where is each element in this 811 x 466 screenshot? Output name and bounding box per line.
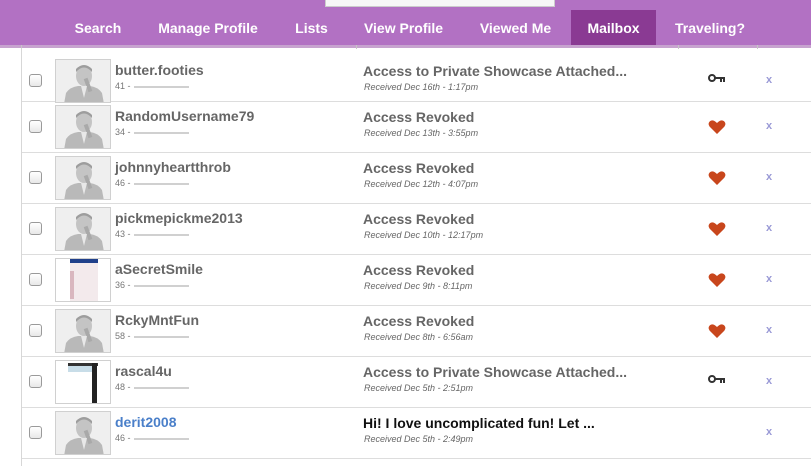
message-sender-age: 41 - [115, 81, 189, 91]
message-sender-username[interactable]: RandomUsername79 [115, 108, 254, 124]
nav-manage-profile[interactable]: Manage Profile [146, 10, 270, 45]
message-received-date: Received Dec 16th - 1:17pm [364, 82, 479, 92]
message-received-date: Received Dec 8th - 6:56am [364, 332, 474, 342]
redacted-location [133, 386, 189, 389]
profile-thumbnail[interactable] [55, 360, 111, 404]
message-select-checkbox[interactable] [29, 375, 42, 388]
nav-search-box-edge [325, 0, 555, 7]
message-row[interactable]: rascal4u 48 - Access to Private Showcase A… [22, 357, 811, 408]
message-row[interactable]: derit2008 46 - Hi! I love uncomplicated fu… [22, 408, 811, 459]
redacted-location [133, 182, 189, 185]
nav-search[interactable]: Search [57, 10, 139, 45]
message-sender-age: 48 - [115, 382, 189, 392]
message-subject[interactable]: Access Revoked [363, 211, 474, 227]
redacted-location [133, 233, 189, 236]
message-row[interactable]: RandomUsername79 34 - Access Revoked Receiv… [22, 102, 811, 153]
message-sender-username[interactable]: aSecretSmile [115, 261, 203, 277]
nav-mailbox[interactable]: Mailbox [571, 10, 656, 45]
profile-thumbnail[interactable] [55, 207, 111, 251]
redacted-location [133, 131, 189, 134]
message-sender-age: 46 - [115, 433, 189, 443]
message-received-date: Received Dec 12th - 4:07pm [364, 179, 479, 189]
nav-lists[interactable]: Lists [284, 10, 339, 45]
message-received-date: Received Dec 9th - 8:11pm [364, 281, 473, 291]
delete-message-button[interactable]: x [763, 120, 775, 132]
message-select-checkbox[interactable] [29, 324, 42, 337]
message-select-checkbox[interactable] [29, 171, 42, 184]
delete-message-button[interactable]: x [763, 74, 775, 86]
main-nav-bar: Search Manage Profile Lists View Profile… [0, 0, 811, 45]
sender-age-text: 43 - [115, 229, 131, 239]
message-sender-username[interactable]: RckyMntFun [115, 312, 199, 328]
nav-view-profile[interactable]: View Profile [351, 10, 456, 45]
message-received-date: Received Dec 5th - 2:51pm [364, 383, 474, 393]
sender-age-text: 41 - [115, 81, 131, 91]
delete-message-button[interactable]: x [763, 171, 775, 183]
nav-viewed-me[interactable]: Viewed Me [468, 10, 563, 45]
message-select-checkbox[interactable] [29, 426, 42, 439]
message-row[interactable]: johnnyheartthrob 46 - Access Revoked Receiv… [22, 153, 811, 204]
mailbox-table: butter.footies 41 - Access to Private Show… [21, 48, 811, 466]
delete-message-button[interactable]: x [763, 324, 775, 336]
message-subject[interactable]: Access Revoked [363, 313, 474, 329]
redacted-location [133, 335, 189, 338]
sender-age-text: 36 - [115, 280, 131, 290]
profile-thumbnail[interactable] [55, 309, 111, 353]
message-select-checkbox[interactable] [29, 120, 42, 133]
message-select-checkbox[interactable] [29, 273, 42, 286]
heart-icon [708, 120, 726, 134]
message-subject[interactable]: Access Revoked [363, 109, 474, 125]
message-sender-username[interactable]: derit2008 [115, 414, 176, 430]
redacted-location [133, 284, 189, 287]
message-select-checkbox[interactable] [29, 222, 42, 235]
delete-message-button[interactable]: x [763, 426, 775, 438]
message-sender-age: 46 - [115, 178, 189, 188]
heart-icon [708, 324, 726, 338]
profile-thumbnail[interactable] [55, 105, 111, 149]
nav-traveling[interactable]: Traveling? [663, 10, 757, 45]
message-sender-username[interactable]: rascal4u [115, 363, 172, 379]
message-row[interactable]: aSecretSmile 36 - Access Revoked Received D… [22, 255, 811, 306]
delete-message-button[interactable]: x [763, 375, 775, 387]
message-sender-age: 34 - [115, 127, 189, 137]
message-row[interactable]: butter.footies 41 - Access to Private Show… [22, 48, 811, 103]
profile-thumbnail[interactable] [55, 156, 111, 200]
message-sender-age: 58 - [115, 331, 189, 341]
sender-age-text: 48 - [115, 382, 131, 392]
message-received-date: Received Dec 10th - 12:17pm [364, 230, 484, 240]
message-row[interactable]: pickmepickme2013 43 - Access Revoked Receiv… [22, 204, 811, 255]
key-icon [708, 71, 726, 85]
delete-message-button[interactable]: x [763, 273, 775, 285]
redacted-location [133, 85, 189, 88]
heart-icon [708, 222, 726, 236]
message-sender-username[interactable]: butter.footies [115, 62, 204, 78]
message-row[interactable]: RckyMntFun 58 - Access Revoked Received Dec… [22, 306, 811, 357]
sender-age-text: 34 - [115, 127, 131, 137]
sender-age-text: 46 - [115, 433, 131, 443]
profile-thumbnail[interactable] [55, 59, 111, 103]
message-received-date: Received Dec 13th - 3:55pm [364, 128, 479, 138]
message-select-checkbox[interactable] [29, 74, 42, 87]
message-sender-age: 36 - [115, 280, 189, 290]
message-sender-username[interactable]: pickmepickme2013 [115, 210, 243, 226]
message-sender-username[interactable]: johnnyheartthrob [115, 159, 231, 175]
profile-thumbnail[interactable] [55, 411, 111, 455]
message-subject[interactable]: Access to Private Showcase Attached... [363, 364, 627, 380]
message-subject[interactable]: Access Revoked [363, 160, 474, 176]
sender-age-text: 46 - [115, 178, 131, 188]
message-subject[interactable]: Hi! I love uncomplicated fun! Let ... [363, 415, 595, 431]
message-subject[interactable]: Access Revoked [363, 262, 474, 278]
message-sender-age: 43 - [115, 229, 189, 239]
delete-message-button[interactable]: x [763, 222, 775, 234]
message-received-date: Received Dec 5th - 2:49pm [364, 434, 474, 444]
key-icon [708, 372, 726, 386]
sender-age-text: 58 - [115, 331, 131, 341]
message-subject[interactable]: Access to Private Showcase Attached... [363, 63, 627, 79]
profile-thumbnail[interactable] [55, 258, 111, 302]
heart-icon [708, 171, 726, 185]
heart-icon [708, 273, 726, 287]
redacted-location [133, 437, 189, 440]
